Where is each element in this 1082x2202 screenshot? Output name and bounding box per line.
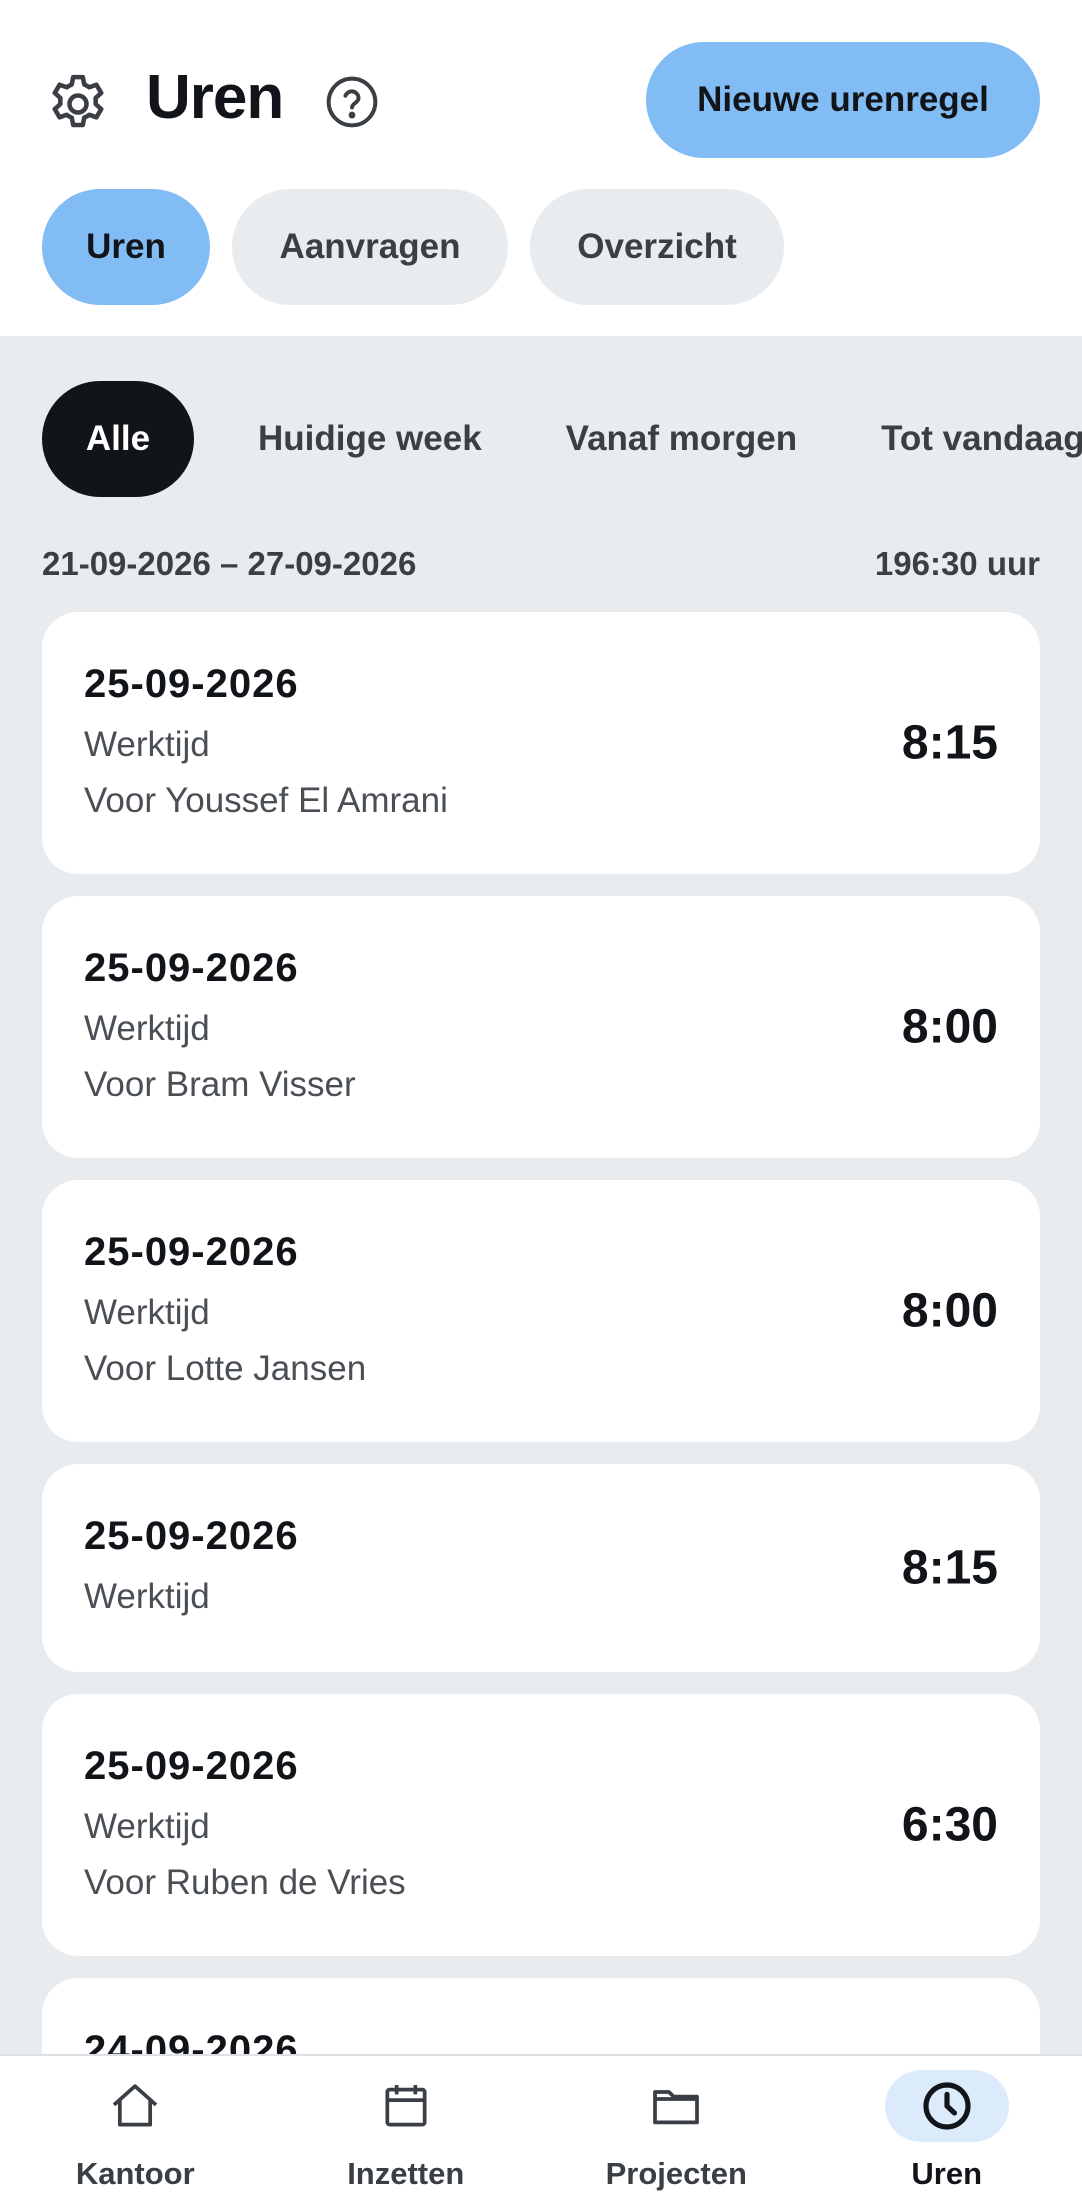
nav-item-inzetten[interactable]: Inzetten xyxy=(271,2056,542,2202)
filter-chip-tot-vandaag[interactable]: Tot vandaag xyxy=(839,381,1082,497)
tab-aanvragen[interactable]: Aanvragen xyxy=(232,189,508,305)
list-item[interactable]: 25-09-2026 Werktijd 8:15 xyxy=(42,1464,1040,1672)
tab-bar: Uren Aanvragen Overzicht xyxy=(42,189,784,305)
entry-person: Voor Ruben de Vries xyxy=(84,1863,406,1902)
filter-chips: Alle Huidige week Vanaf morgen Tot vanda… xyxy=(42,381,1082,497)
entry-date: 25-09-2026 xyxy=(84,1514,299,1558)
entry-hours: 8:15 xyxy=(901,1541,998,1595)
filter-chip-vanaf-morgen[interactable]: Vanaf morgen xyxy=(524,381,839,497)
entry-hours: 6:30 xyxy=(901,1798,998,1852)
clock-icon xyxy=(917,2076,977,2136)
tab-uren[interactable]: Uren xyxy=(42,189,210,305)
gear-icon[interactable] xyxy=(44,70,112,138)
page-title: Uren xyxy=(146,63,284,132)
entry-hours: 8:00 xyxy=(901,1284,998,1338)
entry-person: Voor Bram Visser xyxy=(84,1065,356,1104)
nav-item-kantoor[interactable]: Kantoor xyxy=(0,2056,271,2202)
nav-item-projecten[interactable]: Projecten xyxy=(541,2056,812,2202)
filter-chip-huidige-week[interactable]: Huidige week xyxy=(216,381,524,497)
entry-type: Werktijd xyxy=(84,1577,210,1616)
entry-date: 25-09-2026 xyxy=(84,662,299,706)
entry-person: Voor Youssef El Amrani xyxy=(84,781,448,820)
help-icon[interactable] xyxy=(324,74,380,130)
new-hours-entry-button[interactable]: Nieuwe urenregel xyxy=(646,42,1040,158)
list-item[interactable]: 25-09-2026 Werktijd Voor Ruben de Vries … xyxy=(42,1694,1040,1956)
entry-type: Werktijd xyxy=(84,1293,210,1332)
nav-item-uren[interactable]: Uren xyxy=(812,2056,1082,2202)
nav-label: Uren xyxy=(911,2156,983,2191)
folder-icon xyxy=(646,2076,706,2136)
entry-type: Werktijd xyxy=(84,1807,210,1846)
app-root: Uren Nieuwe urenregel Uren Aanvragen Ove… xyxy=(0,0,1082,2202)
header: Uren Nieuwe urenregel Uren Aanvragen Ove… xyxy=(0,0,1082,336)
list-item[interactable]: 25-09-2026 Werktijd Voor Bram Visser 8:0… xyxy=(42,896,1040,1158)
entry-person: Voor Lotte Jansen xyxy=(84,1349,367,1388)
nav-label: Kantoor xyxy=(75,2156,195,2191)
hours-list: 25-09-2026 Werktijd Voor Youssef El Amra… xyxy=(42,612,1040,2200)
entry-date: 25-09-2026 xyxy=(84,1230,299,1274)
tab-overzicht[interactable]: Overzicht xyxy=(530,189,784,305)
entry-hours: 8:15 xyxy=(901,716,998,770)
filter-chip-alle[interactable]: Alle xyxy=(42,381,194,497)
entry-date: 25-09-2026 xyxy=(84,946,299,990)
calendar-icon xyxy=(376,2076,436,2136)
entry-type: Werktijd xyxy=(84,1009,210,1048)
date-range-label: 21-09-2026 – 27-09-2026 xyxy=(42,545,417,582)
entry-type: Werktijd xyxy=(84,725,210,764)
list-item[interactable]: 25-09-2026 Werktijd Voor Youssef El Amra… xyxy=(42,612,1040,874)
entry-hours: 8:00 xyxy=(901,1000,998,1054)
total-hours-label: 196:30 uur xyxy=(874,545,1040,582)
entry-date: 25-09-2026 xyxy=(84,1744,299,1788)
bottom-navigation: Kantoor Inzetten Projecten Uren xyxy=(0,2054,1082,2202)
nav-label: Projecten xyxy=(605,2156,747,2191)
list-item[interactable]: 25-09-2026 Werktijd Voor Lotte Jansen 8:… xyxy=(42,1180,1040,1442)
nav-label: Inzetten xyxy=(347,2156,465,2191)
home-icon xyxy=(105,2076,165,2136)
